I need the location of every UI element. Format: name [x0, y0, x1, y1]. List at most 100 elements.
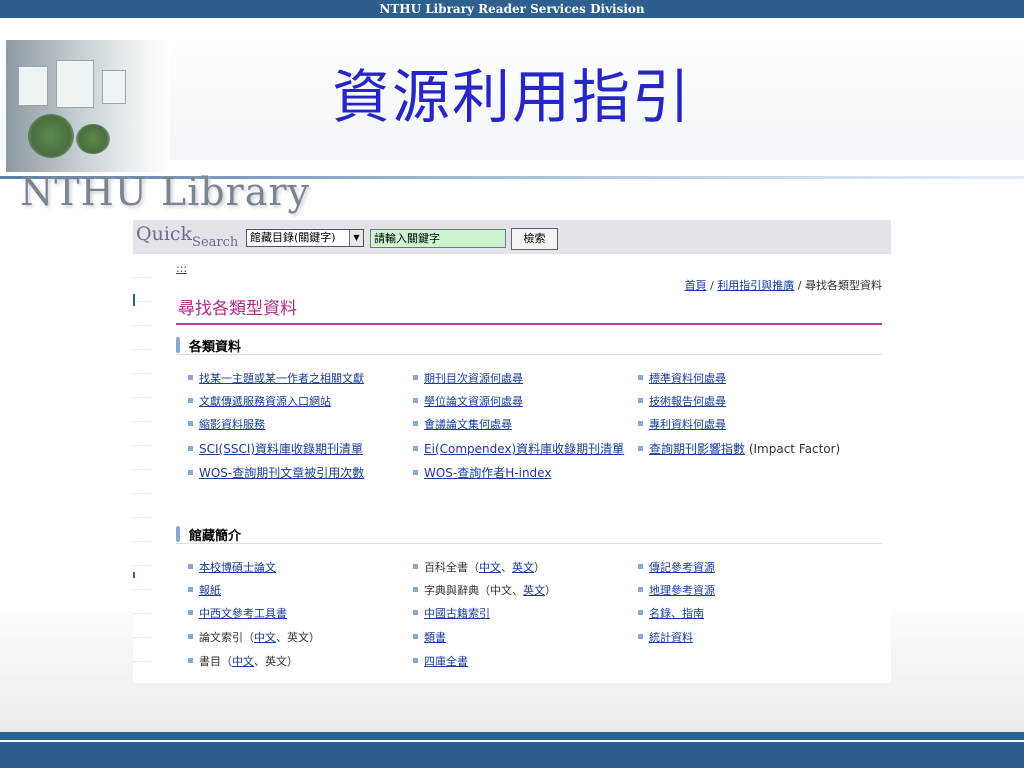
list-item: 四庫全書 [413, 653, 468, 669]
bullet-icon [413, 658, 418, 663]
list-item: 標準資料何處尋 [638, 370, 726, 386]
list-item: 縮影資料服務 [188, 416, 265, 432]
section-title-collection: 館藏簡介 [189, 529, 242, 544]
list-item: 本校博碩士論文 [188, 559, 276, 575]
search-input[interactable]: 請輸入關鍵字 [370, 229, 506, 248]
bullet-icon [413, 610, 418, 615]
bullet-icon [413, 398, 418, 403]
bullet-icon [413, 587, 418, 592]
collection-link[interactable]: 中文 [232, 655, 254, 668]
bullet-icon [413, 634, 418, 639]
chevron-down-icon[interactable]: ▼ [349, 230, 363, 246]
nthu-library-logo: NTHU Library [20, 170, 311, 214]
list-item: 找某一主題或某一作者之相關文獻 [188, 370, 364, 386]
collection-link[interactable]: 中西文參考工具書 [199, 607, 287, 620]
bullet-icon [638, 610, 643, 615]
breadcrumb-current: 尋找各類型資料 [805, 279, 882, 292]
bullet-icon [413, 564, 418, 569]
list-item: 中國古籍索引 [413, 605, 490, 621]
list-item: 技術報告何處尋 [638, 393, 726, 409]
resource-link[interactable]: Ei(Compendex)資料庫收錄期刊清單 [424, 442, 624, 456]
website-screenshot-panel: QuickSearch 館藏目錄(關鍵字) ▼ 請輸入關鍵字 檢索 ::: 首頁… [133, 220, 891, 683]
list-item: 百科全書（中文、英文） [413, 559, 545, 575]
quick-search-bar: QuickSearch 館藏目錄(關鍵字) ▼ 請輸入關鍵字 檢索 [133, 220, 891, 254]
bullet-icon [188, 398, 193, 403]
bullet-icon [188, 375, 193, 380]
bullet-icon [188, 564, 193, 569]
title-divider [176, 323, 882, 325]
bullet-icon [188, 610, 193, 615]
resource-link[interactable]: 會議論文集何處尋 [424, 418, 512, 431]
list-item: 文獻傳遞服務資源入口網站 [188, 393, 331, 409]
collection-link[interactable]: 名錄、指南 [649, 607, 704, 620]
rail-marker [133, 294, 135, 306]
top-header-bar: NTHU Library Reader Services Division [0, 0, 1024, 18]
bullet-icon [188, 587, 193, 592]
collection-link[interactable]: 類書 [424, 631, 446, 644]
breadcrumb-guide[interactable]: 利用指引與推廣 [717, 279, 794, 292]
footer-band [0, 742, 1024, 768]
bullet-icon [638, 634, 643, 639]
breadcrumb: 首頁 / 利用指引與推廣 / 尋找各類型資料 [684, 279, 882, 292]
collection-link[interactable]: 四庫全書 [424, 655, 468, 668]
skip-link[interactable]: ::: [176, 262, 187, 275]
resource-link[interactable]: 期刊目次資源何處尋 [424, 372, 523, 385]
footer-bar [0, 732, 1024, 740]
collection-link[interactable]: 傳記參考資源 [649, 561, 715, 574]
search-button[interactable]: 檢索 [511, 228, 558, 250]
slide-title: 資源利用指引 [331, 63, 692, 131]
collection-link[interactable]: 本校博碩士論文 [199, 561, 276, 574]
bullet-icon [638, 564, 643, 569]
list-item: 字典與辭典（中文、英文） [413, 582, 556, 598]
list-item: 書目（中文、英文） [188, 653, 298, 669]
list-item: 學位論文資源何處尋 [413, 393, 523, 409]
section-title-resources: 各類資料 [189, 340, 242, 355]
resource-link[interactable]: WOS-查詢期刊文章被引用次數 [199, 466, 364, 480]
left-rail [133, 254, 151, 683]
collection-link[interactable]: 英文 [512, 561, 534, 574]
list-item: 專利資料何處尋 [638, 416, 726, 432]
catalog-select[interactable]: 館藏目錄(關鍵字) ▼ [246, 229, 364, 247]
bullet-icon [188, 634, 193, 639]
resource-link[interactable]: 學位論文資源何處尋 [424, 395, 523, 408]
list-item: 期刊目次資源何處尋 [413, 370, 523, 386]
bullet-icon [638, 446, 643, 451]
collection-link[interactable]: 中國古籍索引 [424, 607, 490, 620]
resource-link[interactable]: 找某一主題或某一作者之相關文獻 [199, 372, 364, 385]
list-item: 地理參考資源 [638, 582, 715, 598]
collection-link[interactable]: 中文 [254, 631, 276, 644]
resource-link[interactable]: 專利資料何處尋 [649, 418, 726, 431]
list-item: WOS-查詢期刊文章被引用次數 [188, 464, 364, 481]
bullet-icon [188, 658, 193, 663]
list-item: 傳記參考資源 [638, 559, 715, 575]
page-title: 尋找各類型資料 [178, 299, 297, 319]
section-marker [176, 526, 180, 542]
bullet-icon [413, 421, 418, 426]
bullet-icon [188, 470, 193, 475]
rail-marker [133, 572, 135, 578]
list-item: SCI(SSCI)資料庫收錄期刊清單 [188, 440, 363, 457]
resource-link[interactable]: 查詢期刊影響指數 [649, 442, 745, 456]
collection-link[interactable]: 報紙 [199, 584, 221, 597]
collection-link[interactable]: 地理參考資源 [649, 584, 715, 597]
resource-link[interactable]: 技術報告何處尋 [649, 395, 726, 408]
list-item: 論文索引（中文、英文） [188, 629, 320, 645]
resource-link[interactable]: SCI(SSCI)資料庫收錄期刊清單 [199, 442, 363, 456]
resource-link[interactable]: WOS-查詢作者H-index [424, 466, 551, 480]
resource-link[interactable]: 文獻傳遞服務資源入口網站 [199, 395, 331, 408]
list-item: 報紙 [188, 582, 221, 598]
bullet-icon [413, 375, 418, 380]
resource-link[interactable]: 縮影資料服務 [199, 418, 265, 431]
list-item: 名錄、指南 [638, 605, 704, 621]
quick-search-logo: QuickSearch [136, 223, 239, 250]
list-item: 中西文參考工具書 [188, 605, 287, 621]
breadcrumb-home[interactable]: 首頁 [685, 279, 707, 292]
bullet-icon [413, 470, 418, 475]
list-item: 統計資料 [638, 629, 693, 645]
list-item: 查詢期刊影響指數 (Impact Factor) [638, 440, 840, 457]
resource-link[interactable]: 標準資料何處尋 [649, 372, 726, 385]
collection-link[interactable]: 英文 [523, 584, 545, 597]
collection-link[interactable]: 中文 [479, 561, 501, 574]
list-item: 會議論文集何處尋 [413, 416, 512, 432]
collection-link[interactable]: 統計資料 [649, 631, 693, 644]
